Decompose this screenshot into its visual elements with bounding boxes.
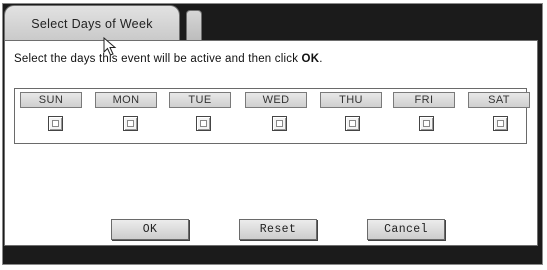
tab-select-days-of-week[interactable]: Select Days of Week [4, 5, 180, 41]
tab-label: Select Days of Week [31, 16, 153, 31]
checkbox-mon[interactable] [123, 116, 138, 131]
day-header-sat: SAT [468, 92, 530, 108]
ok-button[interactable]: OK [111, 219, 189, 240]
checkbox-tue[interactable] [196, 116, 211, 131]
day-header-thu: THU [320, 92, 382, 108]
checkbox-sun[interactable] [48, 116, 63, 131]
checkbox-wed[interactable] [272, 116, 287, 131]
reset-button[interactable]: Reset [239, 219, 317, 240]
checkbox-thu[interactable] [345, 116, 360, 131]
checkbox-fri[interactable] [419, 116, 434, 131]
day-header-mon: MON [95, 92, 157, 108]
checkbox-sat[interactable] [493, 116, 508, 131]
day-header-tue: TUE [169, 92, 231, 108]
instruction-ok-emphasis: OK [301, 53, 320, 65]
day-header-sun: SUN [20, 92, 82, 108]
cancel-button[interactable]: Cancel [367, 219, 445, 240]
mouse-pointer-icon [103, 37, 117, 56]
instruction-text: Select the days this event will be activ… [14, 53, 323, 65]
day-header-wed: WED [245, 92, 307, 108]
day-header-fri: FRI [393, 92, 455, 108]
tab-secondary[interactable] [186, 10, 202, 41]
